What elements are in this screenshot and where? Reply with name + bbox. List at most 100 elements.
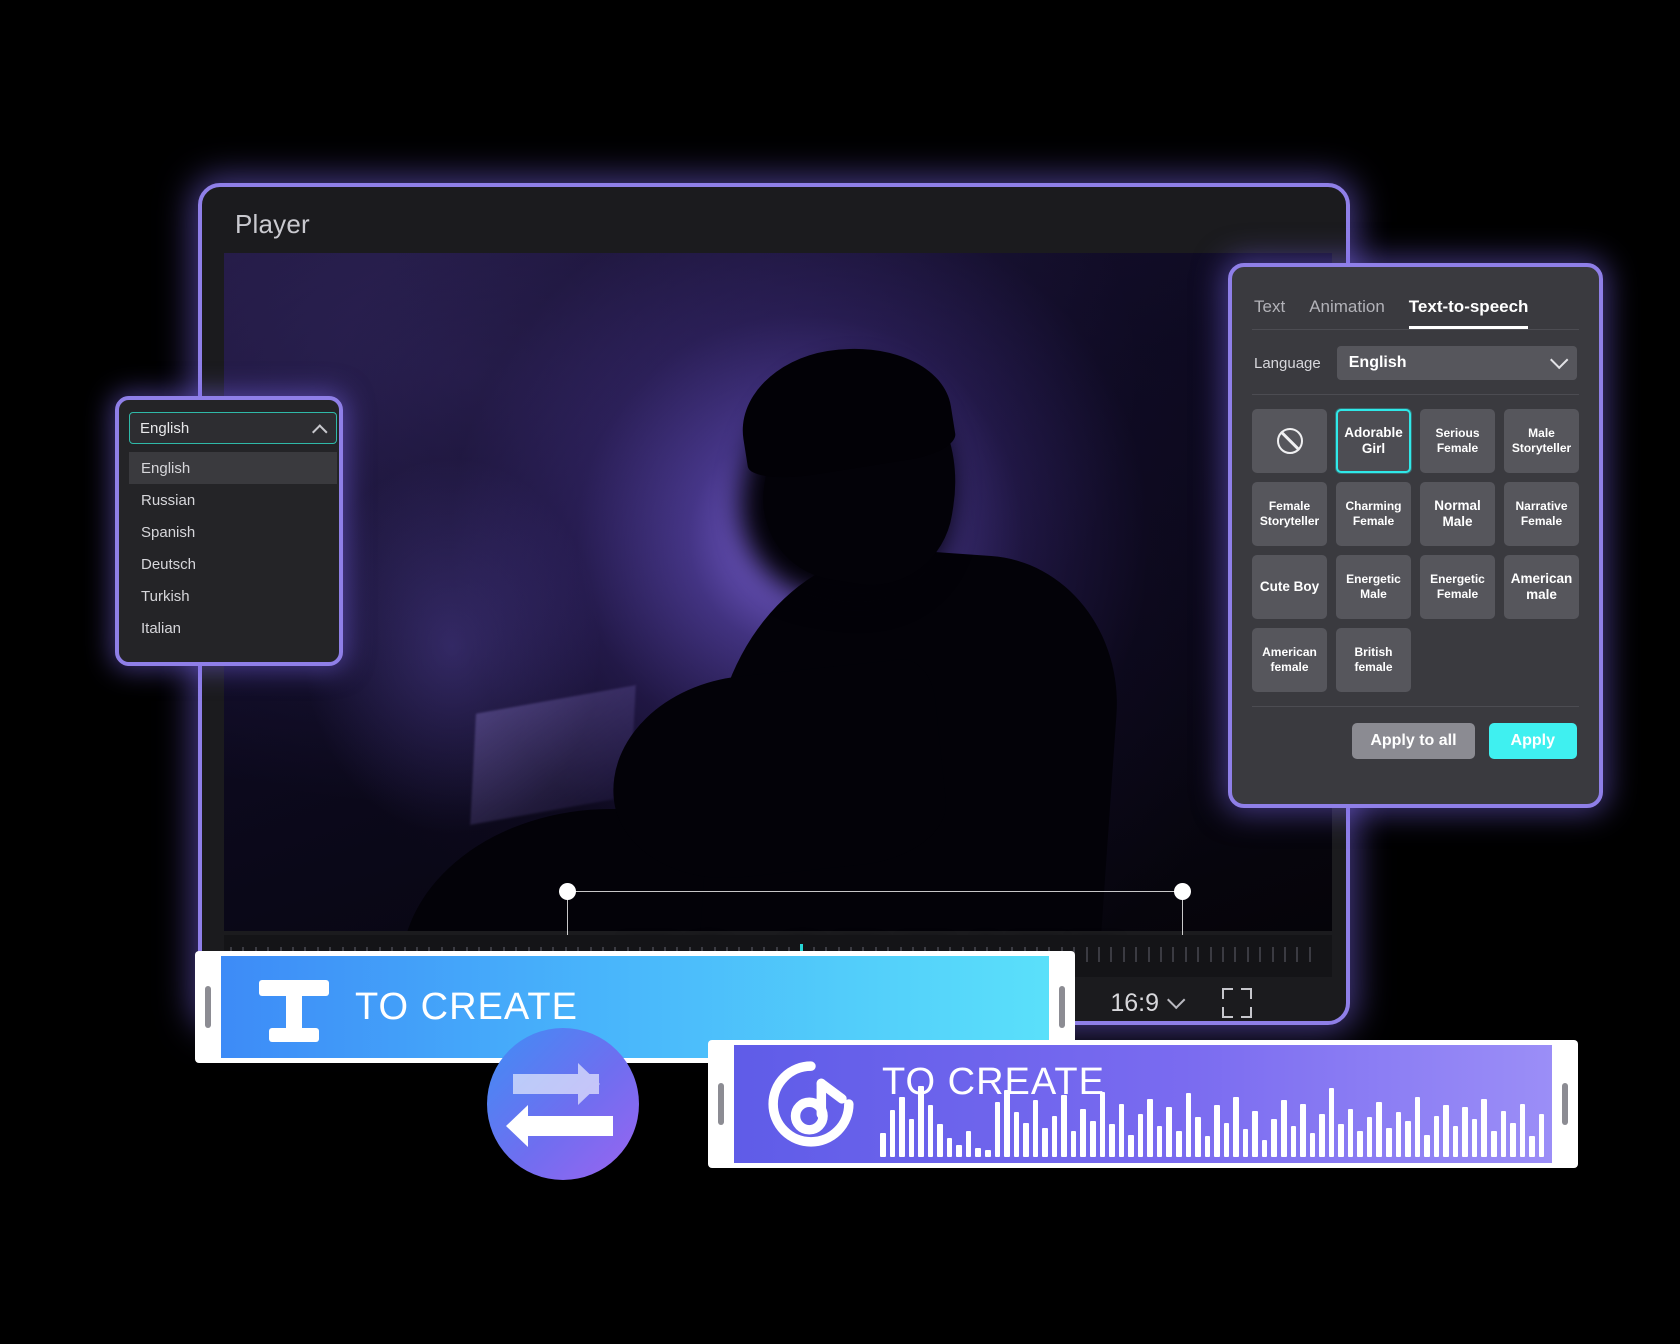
voice-option-label: Narrative Female <box>1515 499 1568 528</box>
waveform-bar <box>1481 1098 1487 1157</box>
language-option-deutsch[interactable]: Deutsch <box>129 548 337 580</box>
waveform-bar <box>1538 1114 1545 1157</box>
audio-clip-trim-left[interactable] <box>718 1083 724 1125</box>
chevron-up-icon <box>312 423 328 440</box>
waveform-bar <box>1357 1131 1363 1157</box>
waveform-bar <box>1328 1088 1335 1157</box>
chevron-down-icon <box>1167 990 1186 1009</box>
voice-option-normal-male[interactable]: Normal Male <box>1420 482 1495 546</box>
voice-option-female-storyteller[interactable]: Female Storyteller <box>1252 482 1327 546</box>
waveform-bar <box>1319 1114 1325 1157</box>
waveform-bar <box>1061 1095 1067 1157</box>
apply-to-all-button[interactable]: Apply to all <box>1352 723 1475 759</box>
tab-animation[interactable]: Animation <box>1309 297 1385 329</box>
waveform-bar <box>1051 1115 1058 1157</box>
waveform-bar <box>1023 1122 1029 1157</box>
language-option-italian[interactable]: Italian <box>129 612 337 644</box>
ruler-tick <box>1098 947 1100 962</box>
voice-option-label: British female <box>1354 645 1393 674</box>
waveform-bar <box>1070 1131 1077 1157</box>
waveform-bar <box>1128 1134 1134 1157</box>
voice-option-label: Energetic Male <box>1346 572 1401 601</box>
language-select[interactable]: English <box>1336 346 1577 380</box>
ruler-tick <box>1308 947 1311 962</box>
resize-handle-top-left[interactable] <box>559 883 576 900</box>
language-select-field[interactable]: English <box>129 412 337 444</box>
tab-text[interactable]: Text <box>1254 297 1285 329</box>
waveform-bar <box>1500 1110 1507 1157</box>
text-clip-label: TO CREATE <box>355 985 578 1028</box>
page-title: Player <box>235 209 310 239</box>
ruler-tick <box>1284 947 1286 962</box>
waveform-bar <box>1347 1108 1354 1157</box>
tab-text-to-speech[interactable]: Text-to-speech <box>1408 297 1529 329</box>
player-window: Player TO CREATE 16:9 <box>198 183 1350 1025</box>
audio-waveform <box>880 1071 1545 1157</box>
voice-option-label: Cute Boy <box>1259 578 1320 594</box>
text-clip-trim-right[interactable] <box>1059 986 1065 1028</box>
voice-option-american-female[interactable]: American female <box>1252 628 1327 692</box>
waveform-bar <box>1452 1126 1459 1157</box>
language-option-russian[interactable]: Russian <box>129 484 337 516</box>
waveform-bar <box>1376 1101 1382 1157</box>
voice-option-serious-female[interactable]: Serious Female <box>1420 409 1495 473</box>
waveform-bar <box>1414 1096 1421 1157</box>
aspect-ratio-value: 16:9 <box>1110 988 1159 1017</box>
waveform-bar <box>1042 1127 1048 1157</box>
ruler-tick <box>1172 947 1175 962</box>
apply-button[interactable]: Apply <box>1488 723 1577 759</box>
no-voice-icon <box>1276 428 1303 454</box>
language-option-spanish[interactable]: Spanish <box>129 516 337 548</box>
waveform-bar <box>908 1119 915 1157</box>
text-to-speech-panel: Text Animation Text-to-speech Language Eng… <box>1228 263 1603 808</box>
ruler-tick <box>1296 947 1299 962</box>
audio-clip-body[interactable]: TO CREATE <box>734 1045 1552 1163</box>
text-clip-trim-left[interactable] <box>205 986 211 1028</box>
voice-option-charming-female[interactable]: Charming Female <box>1336 482 1411 546</box>
waveform-bar <box>1471 1119 1478 1157</box>
waveform-bar <box>1491 1131 1497 1157</box>
language-row: Language English <box>1232 330 1599 394</box>
audio-clip[interactable]: TO CREATE <box>708 1040 1578 1168</box>
audio-clip-trim-right[interactable] <box>1562 1083 1568 1125</box>
voice-option-label: American female <box>1262 645 1317 674</box>
waveform-bar <box>1080 1108 1087 1157</box>
voice-option-british-female[interactable]: British female <box>1336 628 1411 692</box>
waveform-bar <box>946 1138 953 1157</box>
ruler-tick <box>1110 947 1113 962</box>
voice-option-label: Male Storyteller <box>1511 426 1572 455</box>
voice-option-cute-boy[interactable]: Cute Boy <box>1252 555 1327 619</box>
waveform-bar <box>1385 1127 1392 1157</box>
voice-option-label: Charming Female <box>1345 499 1402 528</box>
voice-option-narrative-female[interactable]: Narrative Female <box>1504 482 1579 546</box>
aspect-ratio-control[interactable]: 16:9 <box>1110 988 1186 1018</box>
fullscreen-icon[interactable] <box>1222 988 1252 1018</box>
language-option-turkish[interactable]: Turkish <box>129 580 337 612</box>
voice-option-energetic-female[interactable]: Energetic Female <box>1420 555 1495 619</box>
waveform-bar <box>1395 1112 1402 1157</box>
voice-option-energetic-male[interactable]: Energetic Male <box>1336 555 1411 619</box>
waveform-bar <box>1109 1124 1115 1157</box>
voice-option-male-storyteller[interactable]: Male Storyteller <box>1504 409 1579 473</box>
waveform-bar <box>1424 1134 1430 1157</box>
waveform-bar <box>1004 1089 1010 1157</box>
waveform-bar <box>927 1105 934 1157</box>
voice-option-label: Normal Male <box>1434 497 1481 529</box>
waveform-bar <box>1338 1124 1344 1157</box>
waveform-bar <box>1147 1098 1153 1157</box>
language-option-english[interactable]: English <box>129 452 337 484</box>
waveform-bar <box>1309 1132 1316 1157</box>
waveform-bar <box>994 1101 1001 1157</box>
language-select-value: English <box>1348 354 1407 371</box>
video-preview[interactable] <box>224 253 1332 931</box>
voice-option-american-male[interactable]: American male <box>1504 555 1579 619</box>
waveform-bar <box>985 1150 991 1157</box>
voice-option-adorable-girl[interactable]: Adorable Girl <box>1336 409 1411 473</box>
waveform-bar <box>937 1124 943 1157</box>
waveform-bar <box>1233 1096 1239 1157</box>
resize-handle-top-right[interactable] <box>1174 883 1191 900</box>
ruler-tick <box>1209 947 1212 962</box>
voice-option-none[interactable] <box>1252 409 1327 473</box>
waveform-bar <box>1433 1115 1440 1157</box>
waveform-bar <box>1137 1114 1144 1157</box>
